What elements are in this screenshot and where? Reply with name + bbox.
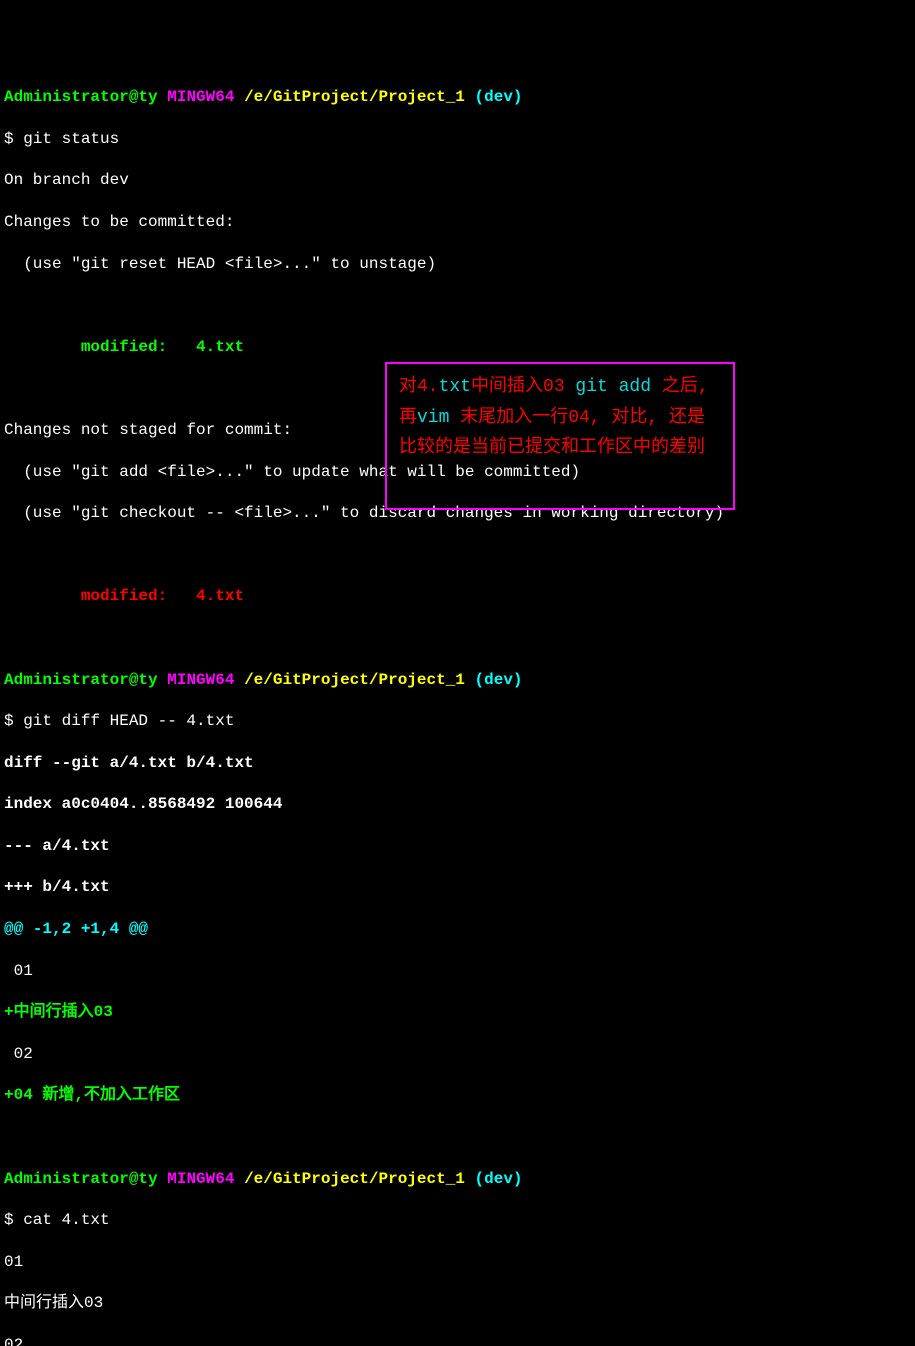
annotation-highlight: txt xyxy=(439,377,471,397)
user-host: Administrator@ty xyxy=(4,1170,158,1188)
user-host: Administrator@ty xyxy=(4,88,158,106)
diff-hunk-header: @@ -1,2 +1,4 @@ xyxy=(4,919,911,940)
command-git-status: $ git status xyxy=(4,129,911,150)
diff-index: index a0c0404..8568492 100644 xyxy=(4,794,911,815)
status-branch: On branch dev xyxy=(4,170,911,191)
cat-output-line: 02 xyxy=(4,1335,911,1346)
annotation-highlight: vim xyxy=(417,408,449,428)
annotation-highlight: git add xyxy=(575,377,651,397)
diff-context-line: 02 xyxy=(4,1044,911,1065)
status-hint-reset: (use "git reset HEAD <file>..." to unsta… xyxy=(4,254,911,275)
diff-added-line: +中间行插入03 xyxy=(4,1002,911,1023)
diff-plus-file: +++ b/4.txt xyxy=(4,877,911,898)
branch-label: (dev) xyxy=(475,88,523,106)
branch-label: (dev) xyxy=(475,671,523,689)
annotation-callout: 对4.txt中间插入03 git add 之后, 再vim 末尾加入一行04, … xyxy=(385,362,735,510)
blank-line xyxy=(4,1127,911,1148)
shell-label: MINGW64 xyxy=(167,88,234,106)
annotation-text: 中间插入03 xyxy=(471,377,575,397)
shell-label: MINGW64 xyxy=(167,1170,234,1188)
path-label: /e/GitProject/Project_1 xyxy=(244,1170,465,1188)
shell-label: MINGW64 xyxy=(167,671,234,689)
branch-label: (dev) xyxy=(475,1170,523,1188)
cat-output-line: 01 xyxy=(4,1252,911,1273)
terminal-prompt-3: Administrator@ty MINGW64 /e/GitProject/P… xyxy=(4,1169,911,1190)
command-cat: $ cat 4.txt xyxy=(4,1210,911,1231)
diff-minus-file: --- a/4.txt xyxy=(4,836,911,857)
terminal-prompt-1: Administrator@ty MINGW64 /e/GitProject/P… xyxy=(4,87,911,108)
status-modified-unstaged: modified: 4.txt xyxy=(4,586,911,607)
blank-line xyxy=(4,545,911,566)
status-modified-staged: modified: 4.txt xyxy=(4,337,911,358)
diff-added-line: +04 新增,不加入工作区 xyxy=(4,1085,911,1106)
blank-line xyxy=(4,295,911,316)
diff-context-line: 01 xyxy=(4,961,911,982)
annotation-text: 对4. xyxy=(399,377,439,397)
command-git-diff: $ git diff HEAD -- 4.txt xyxy=(4,711,911,732)
diff-header: diff --git a/4.txt b/4.txt xyxy=(4,753,911,774)
user-host: Administrator@ty xyxy=(4,671,158,689)
path-label: /e/GitProject/Project_1 xyxy=(244,88,465,106)
blank-line xyxy=(4,628,911,649)
cat-output-line: 中间行插入03 xyxy=(4,1293,911,1314)
path-label: /e/GitProject/Project_1 xyxy=(244,671,465,689)
status-to-commit-header: Changes to be committed: xyxy=(4,212,911,233)
